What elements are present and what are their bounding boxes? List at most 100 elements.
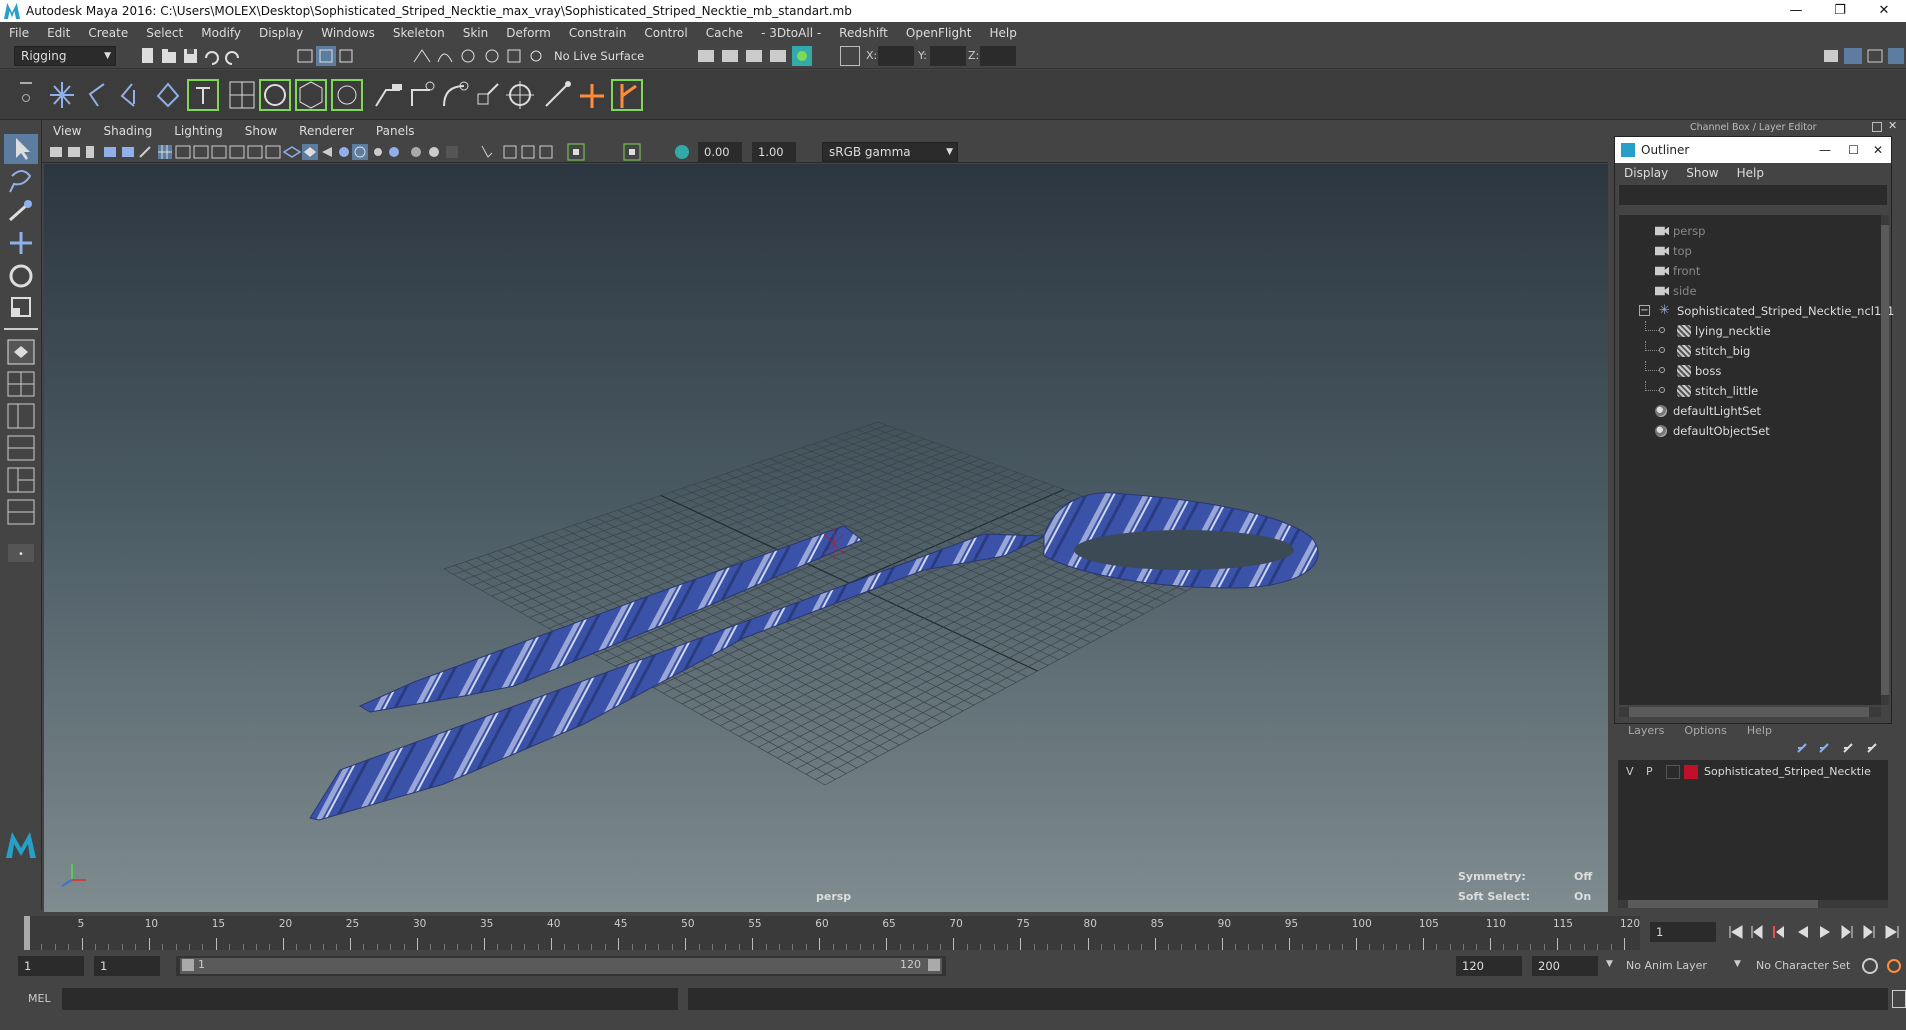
wrap-deformer-icon[interactable] bbox=[295, 79, 327, 111]
lattice-icon[interactable] bbox=[229, 81, 255, 109]
shadows-icon[interactable] bbox=[374, 148, 382, 156]
paint-select-icon[interactable] bbox=[9, 200, 32, 222]
resolution-gate-icon[interactable] bbox=[193, 145, 209, 159]
wireframe-icon[interactable] bbox=[282, 146, 302, 158]
new-scene-icon[interactable] bbox=[142, 48, 153, 63]
panel-menu-show[interactable]: Show bbox=[234, 124, 288, 138]
menu-select[interactable]: Select bbox=[137, 26, 192, 40]
snap-grid-icon[interactable] bbox=[413, 49, 431, 63]
panel-menu-shading[interactable]: Shading bbox=[92, 124, 163, 138]
modeling-toolkit-icon[interactable] bbox=[1824, 50, 1838, 62]
panel-menu-panels[interactable]: Panels bbox=[365, 124, 426, 138]
rotate-tool-icon[interactable] bbox=[9, 264, 33, 288]
outliner-item[interactable]: top bbox=[1619, 241, 1881, 261]
perspective-outliner-layout-icon[interactable] bbox=[7, 403, 35, 429]
outliner-item[interactable]: persp bbox=[1619, 221, 1881, 241]
script-editor-icon[interactable] bbox=[1892, 990, 1906, 1008]
layer-horizontal-scrollbar[interactable] bbox=[1618, 900, 1888, 908]
pole-vector-icon[interactable] bbox=[545, 81, 571, 107]
select-component-icon[interactable] bbox=[339, 49, 353, 63]
gamma-icon[interactable] bbox=[623, 143, 641, 161]
outliner-item[interactable]: stitch_big bbox=[1619, 341, 1881, 361]
anti-alias-icon[interactable] bbox=[429, 147, 439, 157]
minimize-icon[interactable]: — bbox=[1819, 143, 1831, 157]
menu-redshift[interactable]: Redshift bbox=[830, 26, 897, 40]
time-slider-track[interactable]: 1510152025303540455055606570758085909510… bbox=[24, 916, 1640, 950]
playback-end-field[interactable]: 120 bbox=[1456, 956, 1522, 976]
hypershade-layout-icon[interactable] bbox=[7, 467, 35, 493]
hypershade-icon[interactable] bbox=[770, 50, 786, 62]
current-frame-field[interactable]: 1 bbox=[1650, 922, 1716, 942]
command-input[interactable] bbox=[62, 988, 678, 1010]
move-layer-down-icon[interactable] bbox=[1819, 743, 1829, 753]
ipr-render-icon[interactable] bbox=[722, 50, 738, 62]
menu-display[interactable]: Display bbox=[250, 26, 312, 40]
menu-modify[interactable]: Modify bbox=[192, 26, 250, 40]
field-chart-icon[interactable] bbox=[229, 145, 245, 159]
minimize-button[interactable]: — bbox=[1774, 0, 1818, 22]
isolate-select-icon[interactable] bbox=[481, 145, 493, 158]
outliner-layout-icon[interactable] bbox=[7, 499, 35, 525]
menu-help[interactable]: Help bbox=[980, 26, 1025, 40]
set-driven-key-icon[interactable] bbox=[611, 79, 643, 111]
orient-constraint-icon[interactable] bbox=[443, 81, 469, 107]
go-to-end-icon[interactable] bbox=[1885, 925, 1899, 939]
depth-of-field-icon[interactable] bbox=[446, 146, 458, 158]
single-perspective-layout-icon[interactable] bbox=[7, 339, 35, 365]
new-layer-selected-icon[interactable] bbox=[1867, 743, 1877, 753]
layer-menu-options[interactable]: Options bbox=[1674, 724, 1736, 738]
parent-constraint-icon[interactable] bbox=[375, 84, 402, 107]
character-set-dropdown[interactable]: No Character Set bbox=[1756, 959, 1850, 972]
play-backward-icon[interactable] bbox=[1798, 926, 1808, 938]
gate-mask-icon[interactable] bbox=[211, 145, 227, 159]
select-object-icon[interactable] bbox=[316, 46, 336, 66]
outliner-item[interactable]: stitch_little bbox=[1619, 381, 1881, 401]
layer-menu-layers[interactable]: Layers bbox=[1618, 724, 1674, 738]
menu-set-dropdown[interactable]: Rigging ▼ bbox=[14, 46, 116, 66]
step-forward-frame-icon[interactable] bbox=[1841, 925, 1853, 939]
ik-spline-icon[interactable] bbox=[120, 83, 135, 107]
float-panel-icon[interactable] bbox=[1872, 122, 1882, 132]
image-plane-icon[interactable] bbox=[104, 147, 116, 157]
insert-joint-icon[interactable] bbox=[156, 82, 180, 108]
layer-menu-help[interactable]: Help bbox=[1737, 724, 1782, 738]
colorspace-dropdown[interactable]: sRGB gamma ▼ bbox=[822, 142, 958, 162]
menu-constrain[interactable]: Constrain bbox=[560, 26, 636, 40]
outliner-item[interactable]: defaultLightSet bbox=[1619, 401, 1881, 421]
safe-title-icon[interactable] bbox=[265, 145, 281, 159]
outliner-item[interactable]: lying_necktie bbox=[1619, 321, 1881, 341]
smooth-shade-icon[interactable] bbox=[302, 144, 318, 160]
textured-icon[interactable] bbox=[339, 147, 349, 157]
layer-visibility-toggle[interactable]: V bbox=[1626, 765, 1634, 778]
outliner-item[interactable]: − ✳ Sophisticated_Striped_Necktie_ncl1_1 bbox=[1619, 301, 1894, 321]
move-layer-up-icon[interactable] bbox=[1797, 743, 1807, 753]
close-panel-icon[interactable]: ✕ bbox=[1888, 119, 1897, 132]
outliner-item[interactable]: front bbox=[1619, 261, 1881, 281]
auto-key-icon[interactable] bbox=[1862, 958, 1878, 974]
safe-action-icon[interactable] bbox=[247, 145, 263, 159]
xray-icon[interactable] bbox=[352, 144, 368, 160]
select-hierarchy-icon[interactable] bbox=[297, 49, 313, 63]
menu-3dtoall[interactable]: - 3DtoAll - bbox=[752, 26, 830, 40]
snap-surface-icon[interactable] bbox=[507, 49, 521, 63]
layer-name[interactable]: Sophisticated_Striped_Necktie bbox=[1704, 765, 1871, 778]
menu-create[interactable]: Create bbox=[79, 26, 137, 40]
range-slider[interactable]: 1 120 bbox=[176, 956, 946, 976]
undo-icon[interactable] bbox=[205, 51, 219, 65]
point-constraint-icon[interactable] bbox=[411, 81, 435, 106]
render-current-frame-icon[interactable] bbox=[698, 50, 714, 62]
animation-start-field[interactable]: 1 bbox=[18, 956, 84, 976]
bind-skin-icon[interactable] bbox=[187, 79, 219, 111]
transform-mode-icon[interactable] bbox=[840, 46, 860, 66]
lasso-tool-icon[interactable] bbox=[9, 170, 32, 193]
step-forward-key-icon[interactable] bbox=[1863, 925, 1875, 939]
layout-options-icon[interactable]: • bbox=[8, 544, 34, 562]
layer-playback-toggle[interactable]: P bbox=[1646, 765, 1653, 778]
four-view-layout-icon[interactable] bbox=[7, 371, 35, 397]
restore-button[interactable]: ❐ bbox=[1818, 0, 1862, 22]
xray-joints-icon[interactable] bbox=[503, 145, 517, 159]
panel-menu-lighting[interactable]: Lighting bbox=[163, 124, 234, 138]
shelf-menu-icon[interactable] bbox=[20, 78, 32, 108]
maximize-icon[interactable]: ☐ bbox=[1848, 143, 1859, 157]
anim-layer-dropdown[interactable]: No Anim Layer bbox=[1626, 959, 1707, 972]
